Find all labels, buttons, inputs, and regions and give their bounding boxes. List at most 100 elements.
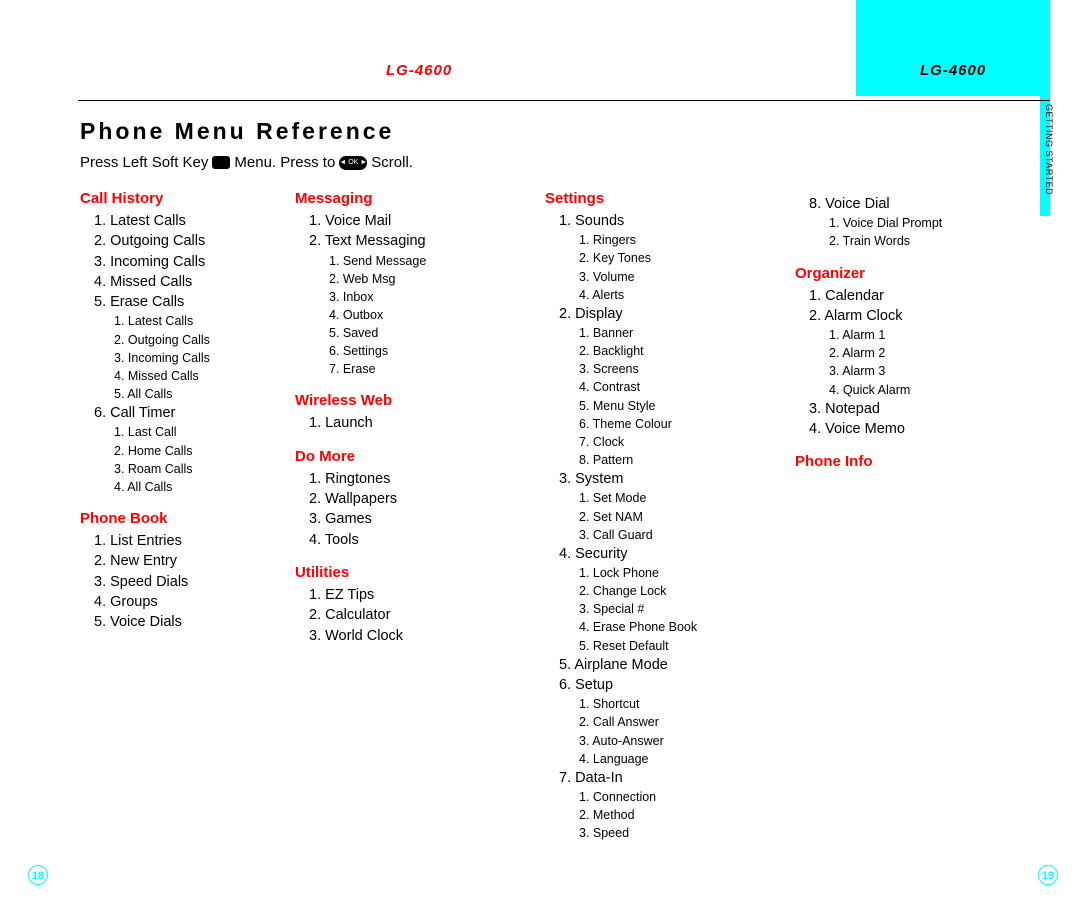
list-item: 2. New Entry <box>94 551 275 571</box>
instruction-text-a: Press Left Soft Key <box>80 154 208 171</box>
list-item: 1. Alarm 1 <box>829 326 1005 344</box>
list-item: 1. Calendar <box>809 286 1005 306</box>
list-item: 1. Launch <box>309 413 525 433</box>
list-item: 2. Alarm 2 <box>829 344 1005 362</box>
list-item: 6. Call Timer <box>94 403 275 423</box>
list-item: 8. Voice Dial <box>809 194 1005 214</box>
ok-nav-icon: ◄ OK ► <box>339 156 367 170</box>
list-item: 3. Games <box>309 509 525 529</box>
list-item: 7. Clock <box>579 433 775 451</box>
page-number-left: 18 <box>28 865 48 885</box>
list-item: 1. Lock Phone <box>579 564 775 582</box>
list-item: 3. Speed Dials <box>94 572 275 592</box>
instruction-text-b: Menu. Press to <box>234 154 335 171</box>
list-item: 2. Call Answer <box>579 713 775 731</box>
list-item: 6. Settings <box>329 342 525 360</box>
section-tab-label: GETTING STARTED <box>1044 104 1054 195</box>
list-item: 8. Pattern <box>579 451 775 469</box>
column-1: Call History 1. Latest Calls 2. Outgoing… <box>80 190 295 842</box>
list-item: 5. Voice Dials <box>94 612 275 632</box>
head-do-more: Do More <box>295 448 525 465</box>
list-item: 3. Incoming Calls <box>114 349 275 367</box>
list-item: 1. EZ Tips <box>309 585 525 605</box>
head-settings: Settings <box>545 190 775 207</box>
list-item: 1. Voice Dial Prompt <box>829 214 1005 232</box>
list-item: 3. Alarm 3 <box>829 362 1005 380</box>
list-item: 3. Incoming Calls <box>94 252 275 272</box>
list-item: 3. System <box>559 469 775 489</box>
head-wireless-web: Wireless Web <box>295 392 525 409</box>
list-item: 2. Train Words <box>829 232 1005 250</box>
list-item: 4. Missed Calls <box>114 367 275 385</box>
list-item: 5. Erase Calls <box>94 292 275 312</box>
list-item: 5. All Calls <box>114 385 275 403</box>
list-item: 3. Volume <box>579 268 775 286</box>
list-item: 4. Security <box>559 544 775 564</box>
list-item: 3. Call Guard <box>579 526 775 544</box>
list-item: 1. Connection <box>579 788 775 806</box>
list-item: 3. Auto-Answer <box>579 732 775 750</box>
list-item: 1. Send Message <box>329 252 525 270</box>
list-item: 4. Missed Calls <box>94 272 275 292</box>
page-rule <box>78 100 1050 101</box>
header-model-left: LG-4600 <box>386 62 452 79</box>
list-item: 7. Data-In <box>559 768 775 788</box>
column-3: Settings 1. Sounds 1. Ringers 2. Key Ton… <box>545 190 795 842</box>
page-title: Phone Menu Reference <box>80 118 394 145</box>
list-item: 1. Shortcut <box>579 695 775 713</box>
head-messaging: Messaging <box>295 190 525 207</box>
list-item: 1. Sounds <box>559 211 775 231</box>
list-item: 5. Menu Style <box>579 397 775 415</box>
list-item: 4. Language <box>579 750 775 768</box>
list-item: 3. Speed <box>579 824 775 842</box>
list-item: 2. Text Messaging <box>309 231 525 251</box>
list-item: 1. Last Call <box>114 423 275 441</box>
head-utilities: Utilities <box>295 564 525 581</box>
instruction-line: Press Left Soft Key Menu. Press to ◄ OK … <box>80 154 413 171</box>
column-2: Messaging 1. Voice Mail 2. Text Messagin… <box>295 190 545 842</box>
head-phone-book: Phone Book <box>80 510 275 527</box>
list-item: 2. Calculator <box>309 605 525 625</box>
list-item: 3. Roam Calls <box>114 460 275 478</box>
list-item: 2. Outgoing Calls <box>94 231 275 251</box>
list-item: 4. Outbox <box>329 306 525 324</box>
list-item: 4. All Calls <box>114 478 275 496</box>
list-item: 4. Erase Phone Book <box>579 618 775 636</box>
cyan-header-band <box>856 0 1050 96</box>
header-model-right: LG-4600 <box>920 62 986 79</box>
list-item: 2. Wallpapers <box>309 489 525 509</box>
list-item: 2. Set NAM <box>579 508 775 526</box>
list-item: 5. Saved <box>329 324 525 342</box>
list-item: 4. Groups <box>94 592 275 612</box>
list-item: 6. Setup <box>559 675 775 695</box>
head-call-history: Call History <box>80 190 275 207</box>
soft-key-icon <box>212 156 230 169</box>
list-item: 1. Set Mode <box>579 489 775 507</box>
list-item: 2. Backlight <box>579 342 775 360</box>
list-item: 2. Web Msg <box>329 270 525 288</box>
instruction-text-c: Scroll. <box>371 154 413 171</box>
list-item: 1. Ringtones <box>309 469 525 489</box>
menu-columns: Call History 1. Latest Calls 2. Outgoing… <box>80 190 1050 842</box>
list-item: 4. Alerts <box>579 286 775 304</box>
head-phone-info: Phone Info <box>795 453 1005 470</box>
list-item: 5. Airplane Mode <box>559 655 775 675</box>
list-item: 2. Home Calls <box>114 442 275 460</box>
list-item: 3. Inbox <box>329 288 525 306</box>
list-item: 4. Voice Memo <box>809 419 1005 439</box>
list-item: 3. Special # <box>579 600 775 618</box>
list-item: 4. Tools <box>309 530 525 550</box>
list-item: 3. World Clock <box>309 626 525 646</box>
list-item: 1. Latest Calls <box>94 211 275 231</box>
column-4: 8. Voice Dial 1. Voice Dial Prompt 2. Tr… <box>795 190 1025 842</box>
list-item: 1. List Entries <box>94 531 275 551</box>
list-item: 2. Outgoing Calls <box>114 331 275 349</box>
list-item: 2. Change Lock <box>579 582 775 600</box>
list-item: 6. Theme Colour <box>579 415 775 433</box>
list-item: 4. Quick Alarm <box>829 381 1005 399</box>
list-item: 5. Reset Default <box>579 637 775 655</box>
list-item: 2. Key Tones <box>579 249 775 267</box>
head-organizer: Organizer <box>795 265 1005 282</box>
list-item: 3. Screens <box>579 360 775 378</box>
list-item: 2. Method <box>579 806 775 824</box>
